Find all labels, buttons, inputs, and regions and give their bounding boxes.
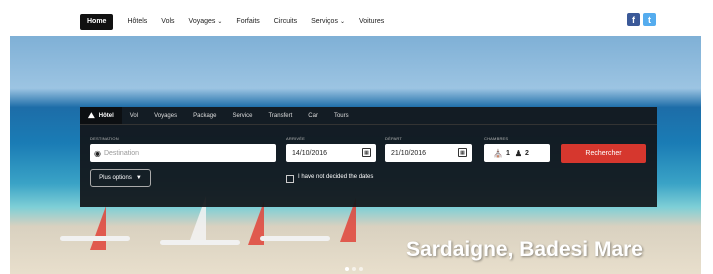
tab-transfert[interactable]: Transfert	[260, 107, 300, 124]
facebook-glyph: f	[632, 14, 635, 25]
carousel-dot[interactable]	[359, 267, 363, 271]
nav-home[interactable]: Home	[80, 14, 114, 30]
boat-decoration	[260, 236, 330, 241]
nav-services-label: Serviços	[311, 18, 338, 25]
tab-vol[interactable]: Vol	[122, 107, 146, 124]
map-pin-icon: ◉	[94, 148, 101, 158]
nav-forfaits-label: Forfaits	[236, 18, 260, 25]
nav-hotels-label: Hôtels	[127, 18, 148, 25]
destination-label: DESTINATION	[90, 136, 119, 141]
nav-home-label: Home	[87, 18, 107, 25]
main-nav: Home Hôtels Vols Voyages ⌄ Forfaits Circu…	[80, 14, 398, 30]
arrival-date-value: 14/10/2016	[292, 149, 328, 157]
destination-placeholder: Destination	[103, 149, 140, 157]
nav-vols[interactable]: Vols	[161, 16, 174, 28]
arrival-label: ARRIVÉE	[286, 136, 305, 141]
carousel-dot[interactable]	[345, 267, 349, 271]
chevron-down-icon: ⌄	[217, 19, 223, 25]
nav-voitures[interactable]: Voitures	[359, 16, 384, 28]
person-icon: ♟	[514, 148, 523, 158]
nav-voyages-label: Voyages	[188, 18, 216, 25]
more-options-button[interactable]: Plus options ▼	[90, 169, 151, 187]
search-tabs: ⛰ Hôtel Vol Voyages Package Service Trans…	[80, 107, 657, 125]
tab-service-label: Service	[232, 112, 253, 119]
departure-date-field[interactable]: 21/10/2016 ▦	[385, 144, 472, 162]
arrival-date-field[interactable]: 14/10/2016 ▦	[286, 144, 376, 162]
nav-hotels[interactable]: Hôtels	[127, 16, 147, 28]
tab-tours[interactable]: Tours	[326, 107, 357, 124]
tab-voyages[interactable]: Voyages	[146, 107, 185, 124]
boat-decoration	[160, 240, 240, 245]
calendar-icon[interactable]: ▦	[458, 148, 467, 157]
facebook-icon[interactable]: f	[627, 13, 640, 26]
sail-decoration	[90, 206, 106, 250]
search-panel: ⛰ Hôtel Vol Voyages Package Service Trans…	[80, 107, 657, 207]
departure-label: DÉPART	[385, 136, 403, 141]
tab-vol-label: Vol	[129, 112, 139, 119]
tab-car-label: Car	[308, 112, 318, 119]
hotel-icon: ⛰	[88, 110, 95, 120]
nav-vols-label: Vols	[161, 18, 175, 25]
boat-decoration	[60, 236, 130, 241]
no-dates-label: I have not decided the dates	[298, 174, 374, 180]
nav-forfaits[interactable]: Forfaits	[236, 16, 259, 28]
carousel-dot[interactable]	[352, 267, 356, 271]
nav-circuits[interactable]: Circuits	[274, 16, 297, 28]
twitter-glyph: t	[648, 14, 651, 25]
hero-caption: Sardaigne, Badesi Mare	[406, 238, 643, 261]
rooms-label: CHAMBRES	[484, 136, 509, 141]
no-dates-checkbox[interactable]	[286, 175, 294, 183]
nav-voyages[interactable]: Voyages ⌄	[189, 16, 223, 28]
top-navbar: Home Hôtels Vols Voyages ⌄ Forfaits Circu…	[0, 0, 713, 36]
more-options-label: Plus options	[99, 175, 132, 181]
twitter-icon[interactable]: t	[643, 13, 656, 26]
guests-count: 2	[525, 149, 529, 157]
tab-voyages-label: Voyages	[154, 112, 178, 119]
tab-hotel[interactable]: ⛰ Hôtel	[80, 107, 122, 124]
house-icon: ⛪	[493, 148, 503, 158]
destination-field[interactable]: ◉ Destination	[90, 144, 276, 162]
nav-services[interactable]: Serviços ⌄	[311, 16, 345, 28]
tab-transfert-label: Transfert	[268, 112, 293, 119]
calendar-icon[interactable]: ▦	[362, 148, 371, 157]
tab-package-label: Package	[193, 112, 217, 119]
tab-service[interactable]: Service	[224, 107, 260, 124]
carousel-dots	[345, 267, 366, 271]
rooms-count: 1	[505, 149, 510, 157]
rooms-guests-field[interactable]: ⛪ 1 ♟ 2	[484, 144, 550, 162]
nav-circuits-label: Circuits	[273, 18, 298, 25]
tab-hotel-label: Hôtel	[98, 112, 114, 119]
chevron-down-icon: ⌄	[339, 19, 345, 25]
tab-tours-label: Tours	[333, 112, 349, 119]
departure-date-value: 21/10/2016	[391, 149, 427, 157]
search-button[interactable]: Rechercher	[561, 144, 646, 163]
tab-car[interactable]: Car	[300, 107, 326, 124]
tab-package[interactable]: Package	[185, 107, 224, 124]
caret-down-icon: ▼	[135, 175, 142, 181]
nav-voitures-label: Voitures	[358, 18, 385, 25]
